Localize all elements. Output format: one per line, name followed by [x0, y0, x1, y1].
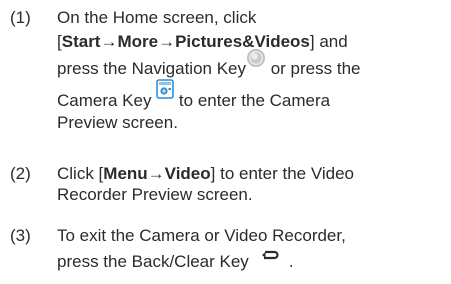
step-text: To exit the Camera or Video Recorder, pr… [57, 224, 447, 276]
step-text: Click [Menu→Video] to enter the Video Re… [57, 162, 447, 206]
menu-path-more: More [117, 32, 159, 51]
text-line: On the Home screen, click [57, 8, 257, 27]
step-text: On the Home screen, click [Start→More→Pi… [57, 6, 447, 134]
text-line: Preview screen. [57, 113, 178, 132]
step-number: (3) [10, 226, 31, 245]
text-line: Camera Key to enter the Camera [57, 79, 447, 114]
instruction-page: (1) On the Home screen, click [Start→Mor… [0, 0, 451, 284]
menu-path-video: Video [164, 164, 211, 183]
back-clear-key-icon [261, 245, 279, 269]
text-line: Recorder Preview screen. [57, 185, 253, 204]
navigation-key-icon [246, 48, 266, 75]
menu-path-menu: Menu [103, 164, 148, 183]
text-line: press the Navigation Key or press the [57, 49, 447, 82]
step-number: (2) [10, 164, 31, 183]
text-line: To exit the Camera or Video Recorder, [57, 226, 346, 245]
step-number: (1) [10, 8, 31, 27]
text-line: press the Back/Clear Key. [57, 248, 447, 276]
text-line: Click [Menu→Video] to enter the Video [57, 164, 355, 183]
camera-key-icon [156, 79, 175, 106]
menu-path-pictures-videos: Pictures&Videos [175, 32, 310, 51]
menu-path-start: Start [61, 32, 101, 51]
